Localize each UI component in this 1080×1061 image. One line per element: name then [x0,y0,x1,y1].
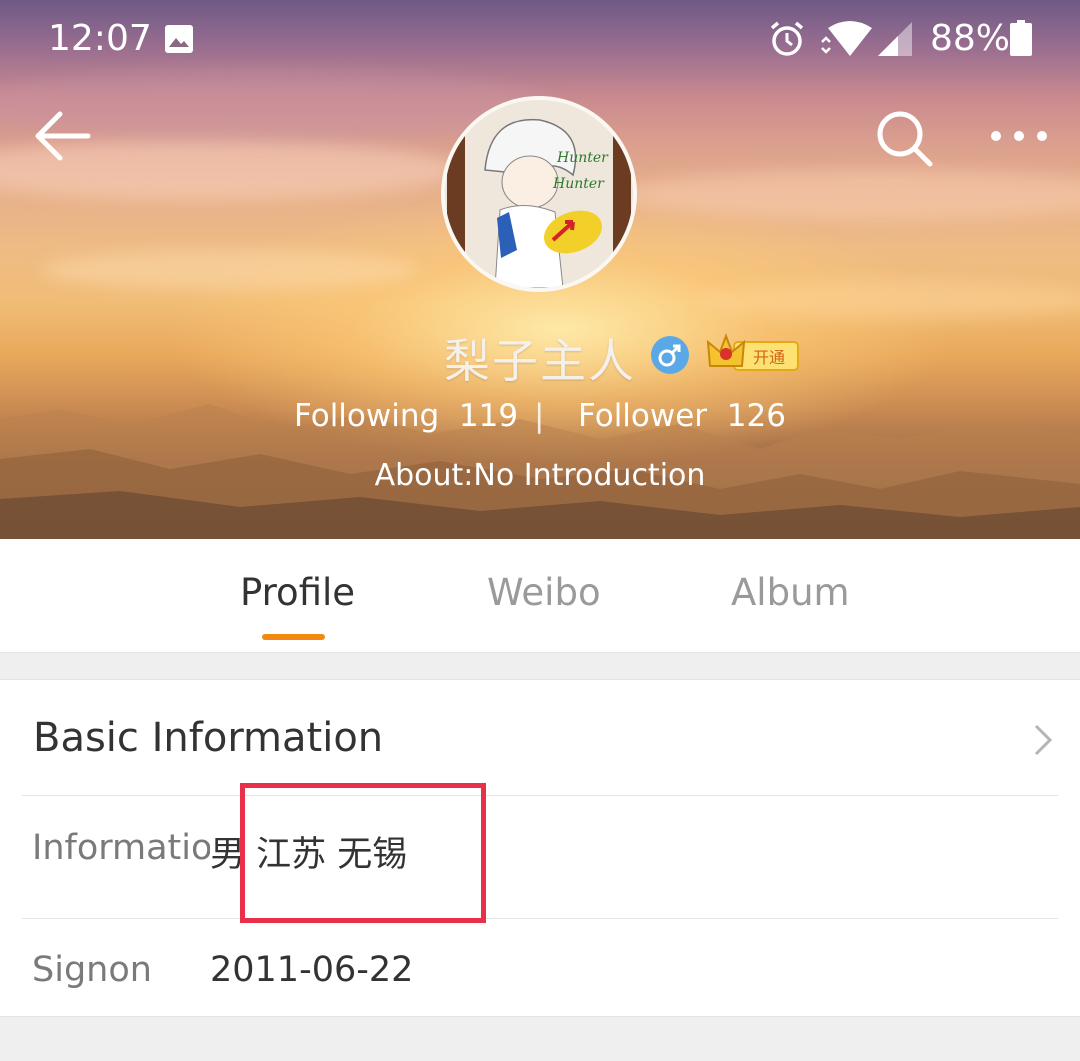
signon-label: Signon [32,950,152,990]
following-label: Following [294,398,440,434]
follower-count: 126 [726,398,786,434]
name-row: 梨子主人 [0,325,1080,388]
divider [22,918,1058,919]
following-count: 119 [458,398,519,434]
about-text: About:No Introduction [374,458,706,493]
follow-stats: Following 119 | Follower 126 [0,398,1080,444]
more-icon[interactable] [984,116,1054,156]
cloud-decoration [700,280,1080,320]
male-icon [651,336,689,374]
search-icon[interactable] [872,106,936,170]
follower-label: Follower [578,398,708,434]
basic-info-card: Basic Information Information 男 江苏 无锡 Si… [0,679,1080,1017]
svg-text:Hunter: Hunter [552,176,605,192]
battery-icon [1010,20,1032,56]
avatar-image: Hunter Hunter [445,100,633,288]
svg-text:Hunter: Hunter [556,150,609,166]
status-bar: 12:07 88% [0,0,1080,80]
tab-profile[interactable]: Profile [240,571,355,614]
cloud-decoration [620,170,1080,220]
follower-stat[interactable]: Follower 126 [578,398,786,434]
profile-header: 12:07 88% Hunter Hunter 梨子主人 开通 Followin… [0,0,1080,539]
cloud-decoration [40,250,420,290]
back-arrow-icon[interactable] [30,108,94,164]
image-icon [165,25,193,53]
basic-info-title[interactable]: Basic Information [33,715,383,761]
divider [22,795,1058,796]
avatar[interactable]: Hunter Hunter [441,96,637,292]
following-stat[interactable]: Following 119 [294,398,518,434]
vip-open-label[interactable]: 开通 [742,344,796,368]
status-time: 12:07 [48,18,152,59]
profile-tabs: Profile Weibo Album [0,539,1080,653]
wifi-icon [821,21,872,56]
alarm-icon [770,21,804,56]
battery-percent: 88% [930,18,1011,59]
tab-weibo[interactable]: Weibo [487,571,601,614]
tab-album[interactable]: Album [731,571,850,614]
chevron-right-icon[interactable] [1030,722,1056,758]
annotation-highlight-box [240,783,486,923]
signal-icon [878,22,912,56]
signon-value: 2011-06-22 [210,950,414,990]
information-label: Information [32,828,210,868]
follow-separator: | [534,398,545,434]
active-tab-indicator [262,634,325,640]
user-name: 梨子主人 [444,334,636,388]
